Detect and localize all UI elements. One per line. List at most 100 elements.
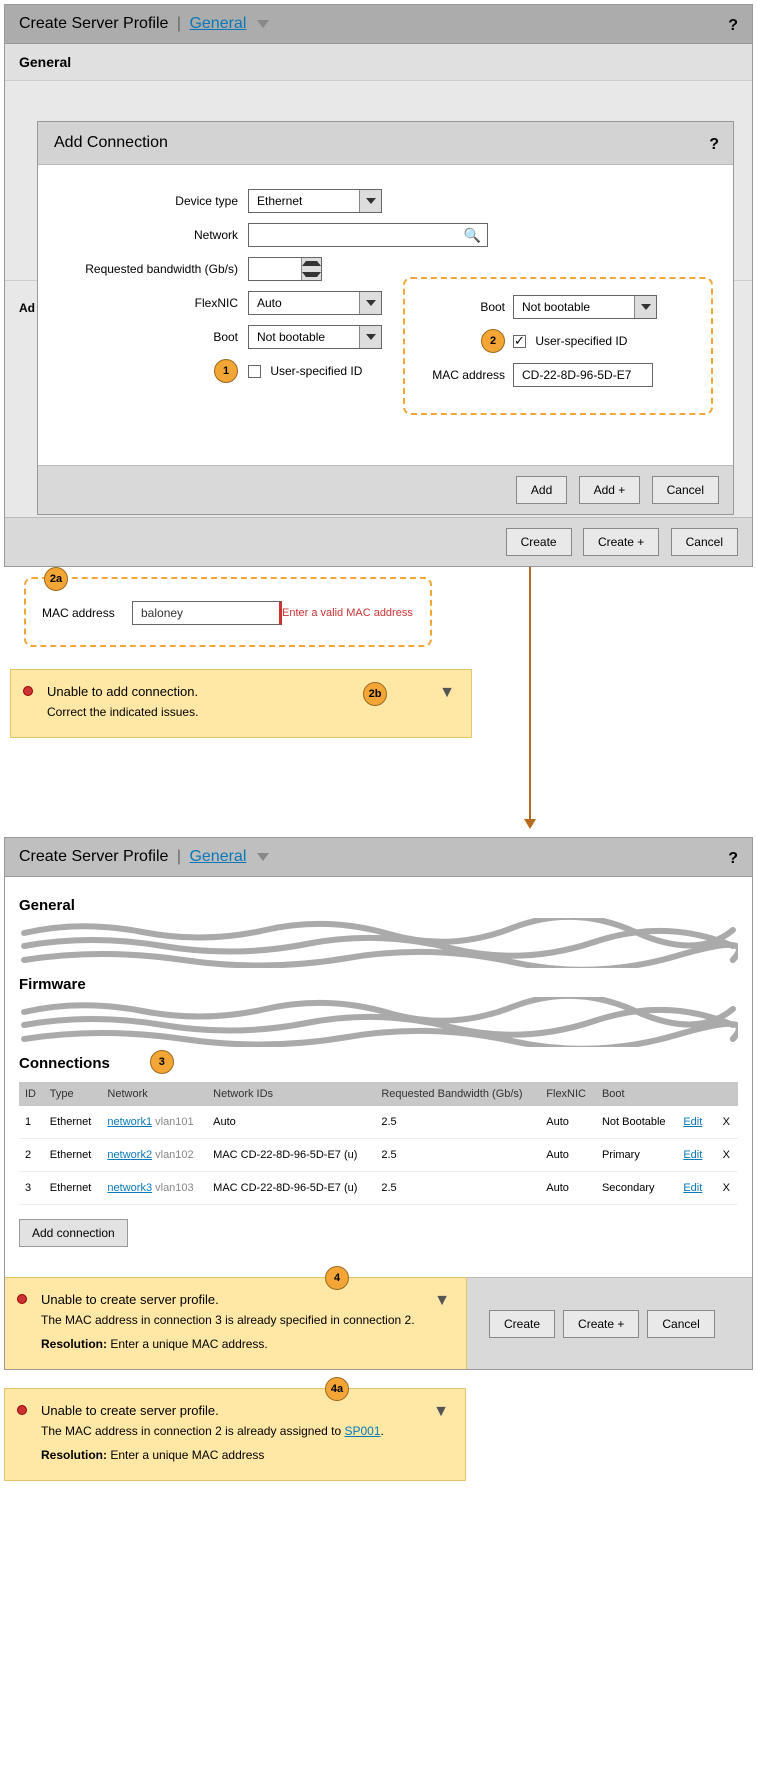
chevron-down-icon[interactable]	[634, 296, 656, 318]
boot-label: Boot	[58, 330, 248, 344]
chevron-down-icon[interactable]	[359, 326, 381, 348]
callout2-userid-checkbox[interactable]	[513, 335, 526, 348]
delete-row-button[interactable]: X	[717, 1182, 730, 1194]
notif4a-title: Unable to create server profile.	[41, 1403, 449, 1418]
section-firmware: Firmware	[19, 968, 738, 997]
callout2-userid-label: User-specified ID	[535, 334, 627, 348]
callout-2: Boot Not bootable 2 User-specified ID	[403, 277, 713, 415]
table-row: 1 Ethernet network1 vlan101 Auto 2.5 Aut…	[19, 1106, 738, 1139]
callout2a-row-mac: MAC address baloney ! Enter a valid MAC …	[42, 601, 414, 625]
chevron-down-icon[interactable]: ▼	[439, 684, 455, 702]
cancel-button[interactable]: Cancel	[671, 528, 738, 556]
create-plus-button[interactable]: Create +	[583, 528, 659, 556]
callout2-boot-select[interactable]: Not bootable	[513, 295, 657, 319]
chevron-down-icon[interactable]	[359, 190, 381, 212]
chevron-down-icon[interactable]: ▼	[434, 1292, 450, 1310]
notif-2b: 2b ▼ Unable to add connection. Correct t…	[10, 669, 472, 738]
panel1-header: Create Server Profile | General ?	[5, 5, 752, 44]
th-flex: FlexNIC	[540, 1082, 596, 1106]
chevron-down-icon[interactable]	[257, 853, 269, 861]
callout2-userid-group[interactable]: User-specified ID	[513, 334, 627, 348]
callout2a-mac-input[interactable]: baloney	[132, 601, 282, 625]
cell-type: Ethernet	[44, 1106, 102, 1139]
edit-link[interactable]: Edit	[683, 1116, 702, 1128]
cell-type: Ethernet	[44, 1139, 102, 1172]
create-button[interactable]: Create	[489, 1310, 555, 1338]
cancel-button[interactable]: Cancel	[647, 1310, 714, 1338]
device-type-value: Ethernet	[249, 190, 359, 212]
notif2b-title: Unable to add connection.	[47, 684, 455, 699]
network-link[interactable]: network3	[107, 1182, 152, 1194]
cell-boot: Not Bootable	[596, 1106, 677, 1139]
user-id-checkbox[interactable]	[248, 365, 261, 378]
search-icon[interactable]: 🔍	[464, 227, 481, 244]
create-profile-panel-1: Create Server Profile | General ? Genera…	[4, 4, 753, 567]
cell-netids: MAC CD-22-8D-96-5D-E7 (u)	[207, 1139, 375, 1172]
callout2-row-boot: Boot Not bootable	[423, 295, 693, 319]
notif4-title: Unable to create server profile.	[41, 1292, 450, 1307]
network-label: Network	[58, 228, 248, 242]
separator: |	[177, 848, 181, 865]
sp-link[interactable]: SP001	[345, 1424, 381, 1438]
section-general: General	[19, 889, 738, 918]
add-button[interactable]: Add	[516, 476, 567, 504]
edit-link[interactable]: Edit	[683, 1182, 702, 1194]
scribble-placeholder	[19, 918, 738, 968]
notif-4a: 4a ▼ Unable to create server profile. Th…	[4, 1388, 466, 1481]
connections-table: ID Type Network Network IDs Requested Ba…	[19, 1082, 738, 1205]
cancel-button[interactable]: Cancel	[652, 476, 719, 504]
th-id: ID	[19, 1082, 44, 1106]
marker-2a: 2a	[44, 567, 68, 591]
boot-select[interactable]: Not bootable	[248, 325, 382, 349]
network-link[interactable]: network2	[107, 1149, 152, 1161]
scribble-placeholder	[19, 997, 738, 1047]
bandwidth-stepper[interactable]	[248, 257, 322, 281]
marker-3: 3	[150, 1050, 174, 1074]
panel1-footer: Create Create + Cancel	[5, 517, 752, 566]
delete-row-button[interactable]: X	[717, 1149, 730, 1161]
network-search-input[interactable]: 🔍	[248, 223, 488, 247]
add-connection-button[interactable]: Add connection	[19, 1219, 128, 1247]
help-icon[interactable]: ?	[728, 850, 738, 868]
create-button[interactable]: Create	[506, 528, 572, 556]
network-link[interactable]: network1	[107, 1116, 152, 1128]
panel1-title-link[interactable]: General	[189, 15, 246, 32]
th-boot: Boot	[596, 1082, 677, 1106]
chevron-down-icon[interactable]	[359, 292, 381, 314]
callout2-boot-label: Boot	[423, 300, 513, 314]
edit-link[interactable]: Edit	[683, 1149, 702, 1161]
user-id-checkbox-group[interactable]: User-specified ID	[248, 364, 362, 378]
create-plus-button[interactable]: Create +	[563, 1310, 639, 1338]
notif4a-res-text: Enter a unique MAC address	[107, 1448, 264, 1462]
row-device-type: Device type Ethernet	[58, 189, 713, 213]
callout2-boot-value: Not bootable	[514, 296, 634, 318]
cell-type: Ethernet	[44, 1172, 102, 1205]
cell-network: network3 vlan103	[101, 1172, 207, 1205]
notif4-resolution: Resolution: Enter a unique MAC address.	[41, 1337, 450, 1351]
panel2-title-link[interactable]: General	[189, 848, 246, 865]
callout2-mac-input[interactable]: CD-22-8D-96-5D-E7	[513, 363, 653, 387]
callout2a-mac-label: MAC address	[42, 606, 132, 620]
help-icon[interactable]: ?	[709, 136, 719, 154]
chevron-down-icon[interactable]: ▼	[433, 1403, 449, 1421]
stepper-up-icon[interactable]	[302, 258, 321, 269]
delete-row-button[interactable]: X	[717, 1116, 730, 1128]
panel2-body: General Firmware Connections 3 ID Type N…	[5, 877, 752, 1277]
cell-id: 3	[19, 1172, 44, 1205]
panel1-title-prefix: Create Server Profile	[19, 15, 168, 32]
panel2-title-prefix: Create Server Profile	[19, 848, 168, 865]
stepper-down-icon[interactable]	[302, 269, 321, 280]
panel2-footer: Create Create + Cancel	[467, 1277, 752, 1369]
add-plus-button[interactable]: Add +	[579, 476, 641, 504]
chevron-down-icon[interactable]	[257, 20, 269, 28]
cell-boot: Primary	[596, 1139, 677, 1172]
bandwidth-label: Requested bandwidth (Gb/s)	[58, 262, 248, 276]
modal-title: Add Connection	[54, 134, 168, 151]
marker-1: 1	[214, 359, 238, 383]
flexnic-select[interactable]: Auto	[248, 291, 382, 315]
notif4-res-label: Resolution:	[41, 1337, 107, 1351]
notif4-res-text: Enter a unique MAC address.	[107, 1337, 268, 1351]
device-type-select[interactable]: Ethernet	[248, 189, 382, 213]
modal-body: Device type Ethernet Network 🔍 Requested…	[38, 165, 733, 465]
help-icon[interactable]: ?	[728, 17, 738, 35]
